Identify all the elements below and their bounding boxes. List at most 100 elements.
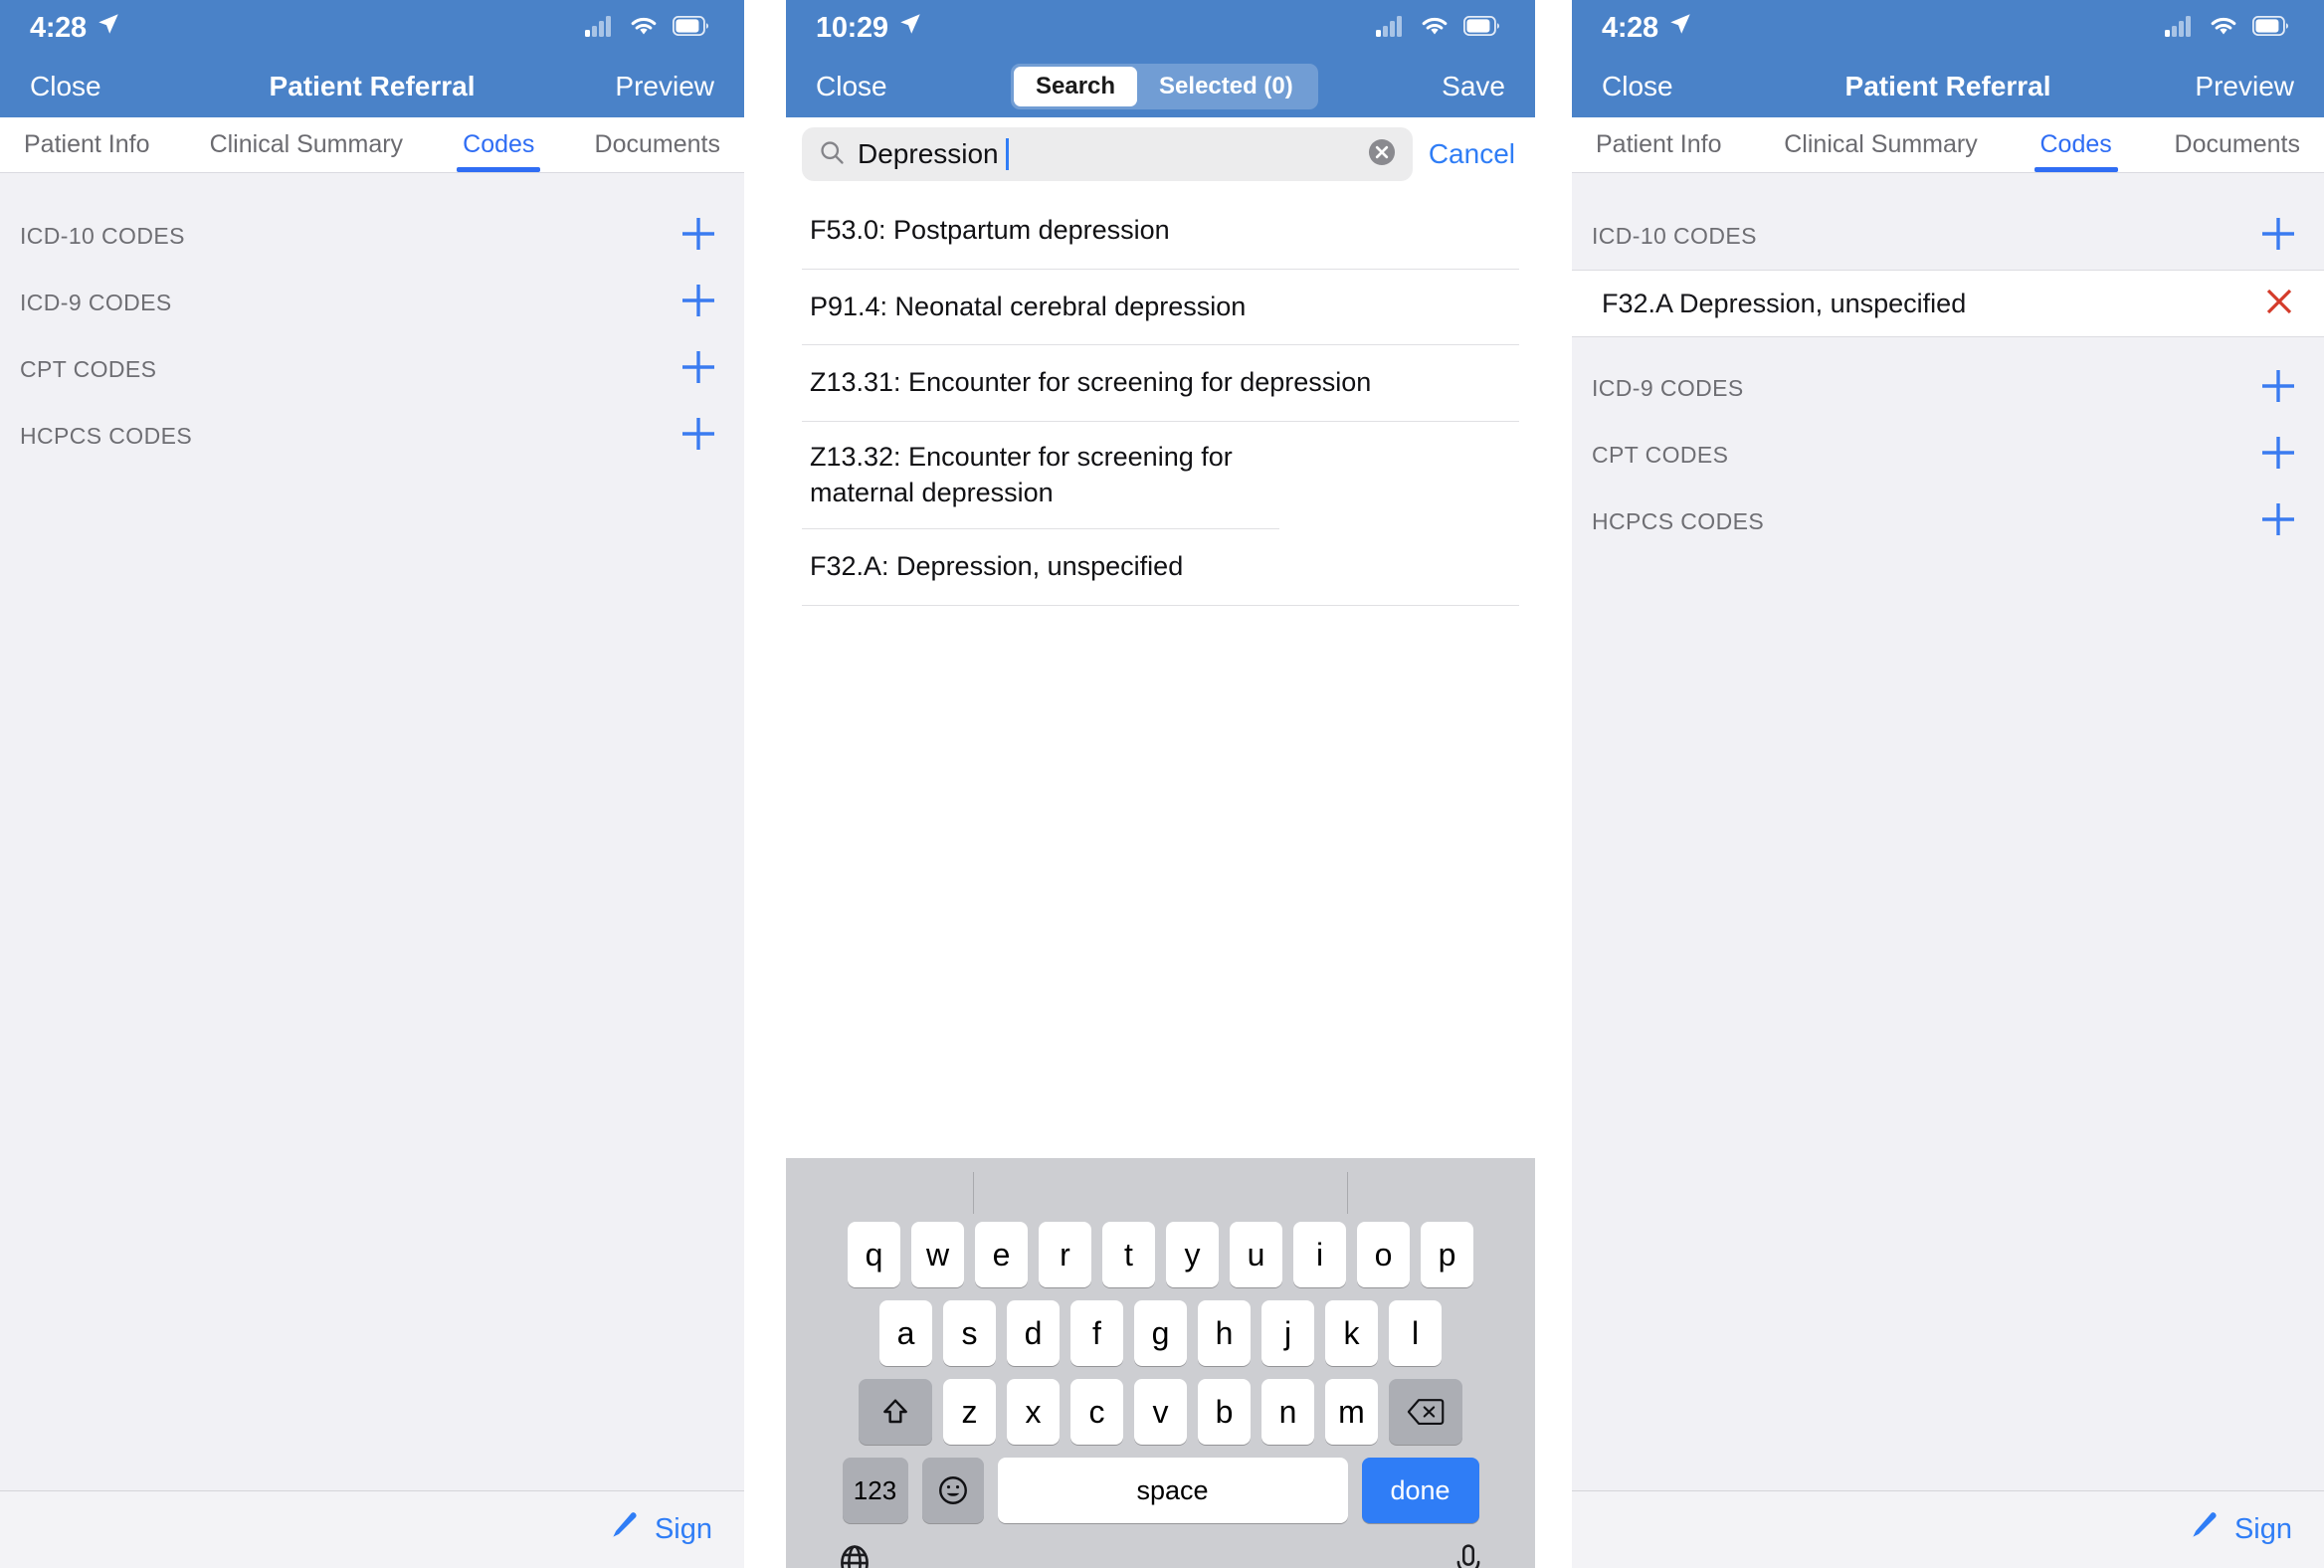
x-icon[interactable] [2260,283,2298,325]
section-icd9[interactable]: ICD-9 CODES [1572,355,2324,422]
plus-icon[interactable] [677,412,720,461]
list-top-spacer [0,173,744,203]
key-m[interactable]: m [1325,1379,1378,1445]
section-hcpcs[interactable]: HCPCS CODES [0,403,744,470]
key-u[interactable]: u [1230,1222,1282,1287]
close-button[interactable]: Close [30,71,101,102]
section-icd10[interactable]: ICD-10 CODES [1572,203,2324,270]
codes-list: ICD-10 CODES ICD-9 CODES CPT CODES HCPCS… [0,173,744,470]
search-input[interactable]: Depression [802,127,1413,181]
segmented-control: Search Selected (0) [1010,64,1318,109]
section-hcpcs[interactable]: HCPCS CODES [1572,489,2324,555]
clear-circle-icon[interactable] [1365,135,1399,174]
shift-icon[interactable] [859,1379,932,1445]
tab-bar: Patient Info Clinical Summary Codes Docu… [0,117,744,173]
tab-codes[interactable]: Codes [457,117,541,172]
pen-icon[interactable] [605,1509,641,1550]
preview-button[interactable]: Preview [2195,71,2294,102]
key-z[interactable]: z [943,1379,996,1445]
search-result-item[interactable]: Z13.32: Encounter for screening for mate… [802,422,1279,530]
plus-icon[interactable] [677,212,720,261]
key-p[interactable]: p [1421,1222,1473,1287]
prediction-bar [786,1164,1535,1222]
backspace-icon[interactable] [1389,1379,1462,1445]
key-j[interactable]: j [1261,1300,1314,1366]
tab-patient-info[interactable]: Patient Info [1590,117,1727,172]
key-c[interactable]: c [1070,1379,1123,1445]
tab-patient-info[interactable]: Patient Info [18,117,155,172]
key-d[interactable]: d [1007,1300,1060,1366]
key-h[interactable]: h [1198,1300,1251,1366]
globe-icon[interactable] [834,1542,875,1568]
preview-button[interactable]: Preview [615,71,714,102]
key-a[interactable]: a [879,1300,932,1366]
segment-selected[interactable]: Selected (0) [1137,67,1315,106]
list-top-spacer [1572,173,2324,203]
segment-search[interactable]: Search [1013,67,1138,106]
search-result-item[interactable]: Z13.31: Encounter for screening for depr… [802,345,1519,422]
key-w[interactable]: w [911,1222,964,1287]
key-done[interactable]: done [1361,1458,1479,1523]
battery-icon [2251,15,2290,41]
status-time: 4:28 [30,11,87,44]
plus-icon[interactable] [2256,364,2300,413]
emoji-icon[interactable] [921,1458,984,1523]
codes-list: ICD-10 CODES F32.A Depression, unspecifi… [1572,173,2324,555]
section-label: ICD-10 CODES [1592,223,1757,249]
search-result-item[interactable]: F53.0: Postpartum depression [802,193,1519,270]
keyboard-row-4: 123 space done [786,1458,1535,1523]
key-o[interactable]: o [1357,1222,1410,1287]
section-cpt[interactable]: CPT CODES [1572,422,2324,489]
key-x[interactable]: x [1007,1379,1060,1445]
pen-icon[interactable] [2185,1509,2221,1550]
search-result-item[interactable]: P91.4: Neonatal cerebral depression [802,270,1519,346]
key-space[interactable]: space [997,1458,1348,1523]
key-f[interactable]: f [1070,1300,1123,1366]
key-k[interactable]: k [1325,1300,1378,1366]
keyboard-row-1: q w e r t y u i o p [786,1222,1535,1287]
plus-icon[interactable] [677,279,720,327]
key-n[interactable]: n [1261,1379,1314,1445]
key-v[interactable]: v [1134,1379,1187,1445]
key-i[interactable]: i [1293,1222,1346,1287]
plus-icon[interactable] [2256,431,2300,480]
section-label: HCPCS CODES [20,423,193,449]
key-e[interactable]: e [975,1222,1028,1287]
key-l[interactable]: l [1389,1300,1442,1366]
status-bar: 4:28 [0,0,744,56]
tab-documents[interactable]: Documents [589,117,726,172]
key-numbers[interactable]: 123 [842,1458,908,1523]
sign-label[interactable]: Sign [2234,1513,2292,1546]
close-button[interactable]: Close [816,71,887,102]
cellular-bars-icon [1376,15,1406,42]
tab-clinical-summary[interactable]: Clinical Summary [1778,117,1983,172]
microphone-icon[interactable] [1450,1542,1487,1568]
key-s[interactable]: s [943,1300,996,1366]
search-results-list: F53.0: Postpartum depression P91.4: Neon… [786,193,1535,606]
tab-documents[interactable]: Documents [2169,117,2306,172]
selected-code-row[interactable]: F32.A Depression, unspecified [1572,270,2324,337]
status-left: 4:28 [1602,11,1693,45]
wifi-icon [2209,15,2238,42]
section-icd9[interactable]: ICD-9 CODES [0,270,744,336]
key-b[interactable]: b [1198,1379,1251,1445]
cellular-bars-icon [2165,15,2195,42]
tab-clinical-summary[interactable]: Clinical Summary [204,117,409,172]
sign-label[interactable]: Sign [655,1513,712,1546]
key-y[interactable]: y [1166,1222,1219,1287]
cancel-button[interactable]: Cancel [1425,138,1521,170]
plus-icon[interactable] [2256,212,2300,261]
key-g[interactable]: g [1134,1300,1187,1366]
prediction-divider [1347,1172,1349,1214]
save-button[interactable]: Save [1442,71,1505,102]
key-r[interactable]: r [1039,1222,1091,1287]
plus-icon[interactable] [2256,497,2300,546]
key-q[interactable]: q [848,1222,900,1287]
tab-codes[interactable]: Codes [2034,117,2119,172]
plus-icon[interactable] [677,345,720,394]
key-t[interactable]: t [1102,1222,1155,1287]
search-result-item[interactable]: F32.A: Depression, unspecified [802,529,1519,606]
close-button[interactable]: Close [1602,71,1673,102]
section-icd10[interactable]: ICD-10 CODES [0,203,744,270]
section-cpt[interactable]: CPT CODES [0,336,744,403]
